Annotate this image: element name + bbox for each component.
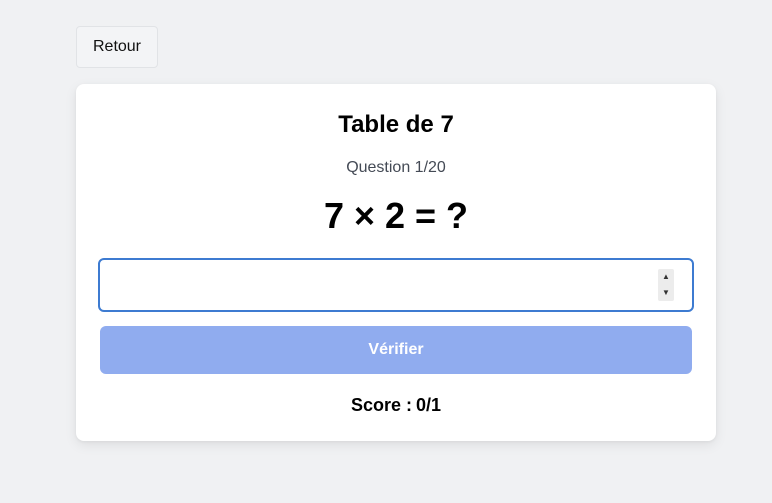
verify-button[interactable]: Vérifier bbox=[100, 326, 692, 374]
multiplication-question: 7 × 2 = ? bbox=[323, 195, 469, 236]
quiz-title: Table de 7 bbox=[338, 111, 454, 138]
back-button[interactable]: Retour bbox=[76, 26, 158, 68]
quiz-card: Table de 7 Question 1/20 7 × 2 = ? ▲ ▼ V… bbox=[76, 84, 716, 441]
number-spinner[interactable]: ▲ ▼ bbox=[658, 269, 674, 301]
triangle-down-icon[interactable]: ▼ bbox=[658, 285, 674, 301]
question-counter: Question 1/20 bbox=[346, 159, 446, 176]
score-display: Score :0/1 bbox=[76, 394, 716, 416]
answer-input[interactable] bbox=[98, 258, 694, 312]
score-value: 0/1 bbox=[416, 395, 442, 415]
score-label: Score : bbox=[350, 395, 412, 415]
triangle-up-icon[interactable]: ▲ bbox=[658, 269, 674, 285]
